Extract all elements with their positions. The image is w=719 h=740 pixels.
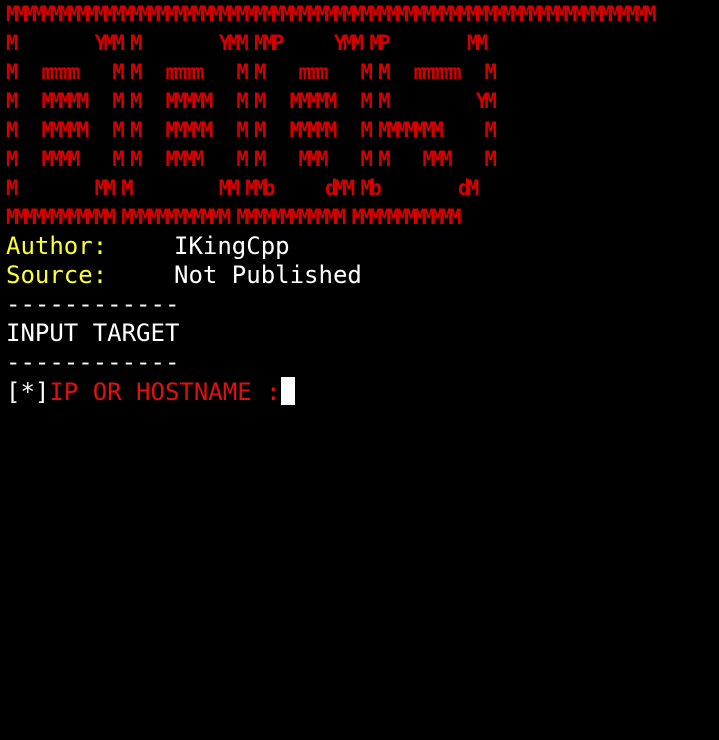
prompt-label: IP OR HOSTNAME : xyxy=(49,378,281,406)
text-cursor[interactable] xyxy=(280,377,295,405)
ascii-banner: MMMMMMMMMMMMMMMMMMMMMMMMMMMMMMMMMMMMMMMM… xyxy=(6,0,702,232)
terminal-window: MMMMMMMMMMMMMMMMMMMMMMMMMMMMMMMMMMMMMMMM… xyxy=(6,0,716,406)
source-label: Source: xyxy=(6,261,108,289)
author-value: IKingCpp xyxy=(174,232,290,260)
separator-bottom: ------------ xyxy=(6,348,180,376)
prompt-prefix: [*] xyxy=(6,378,50,406)
source-value: Not Published xyxy=(174,261,362,289)
source-row: Source: Not Published xyxy=(6,261,716,290)
banner-line: M MMMMM M M MMMMM M M MMMMM M MMMMMMM M xyxy=(6,118,497,142)
banner-line: MMMMMMMMMMMM MMMMMMMMMMMM MMMMMMMMMMMM M… xyxy=(6,205,462,229)
author-label: Author: xyxy=(6,232,108,260)
author-row: Author: IKingCpp xyxy=(6,232,716,261)
banner-line: M MM M MM MMb dMM Mb dM xyxy=(6,176,479,200)
banner-line: M YMM M YMM MMP YMM MP MM xyxy=(6,31,488,55)
section-title: INPUT TARGET xyxy=(6,319,180,347)
target-prompt-row[interactable]: [*]IP OR HOSTNAME : xyxy=(6,377,716,406)
banner-line: M mmmm M M mmmm M M mmm M M mmmmm M xyxy=(6,60,497,84)
banner-line: M MMMM M M MMMM M M MMM M M MMM M xyxy=(6,147,497,171)
banner-line: MMMMMMMMMMMMMMMMMMMMMMMMMMMMMMMMMMMMMMMM… xyxy=(6,2,656,26)
separator-top: ------------ xyxy=(6,290,180,318)
banner-line: M MMMMM M M MMMMM M M MMMMM M M YM xyxy=(6,89,497,113)
